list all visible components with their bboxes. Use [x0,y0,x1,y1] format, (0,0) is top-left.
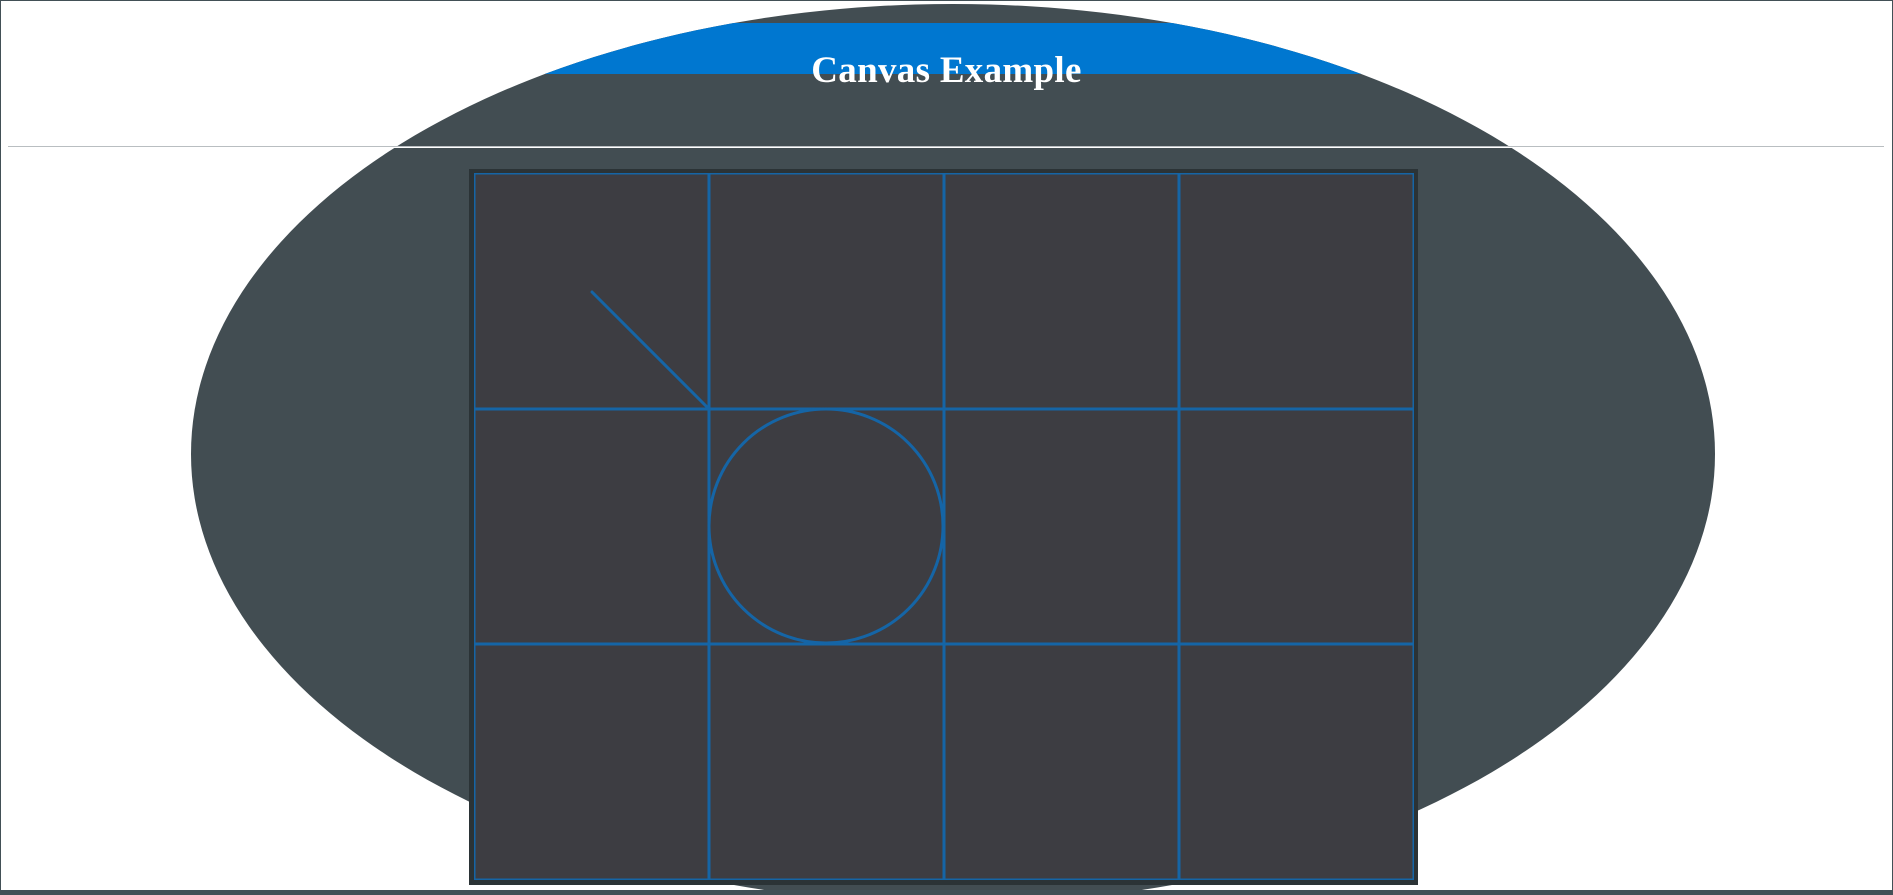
page-title: Canvas Example [811,49,1082,91]
header-divider [8,146,1884,148]
canvas-frame [469,169,1418,885]
drawing-canvas[interactable] [474,173,1414,880]
